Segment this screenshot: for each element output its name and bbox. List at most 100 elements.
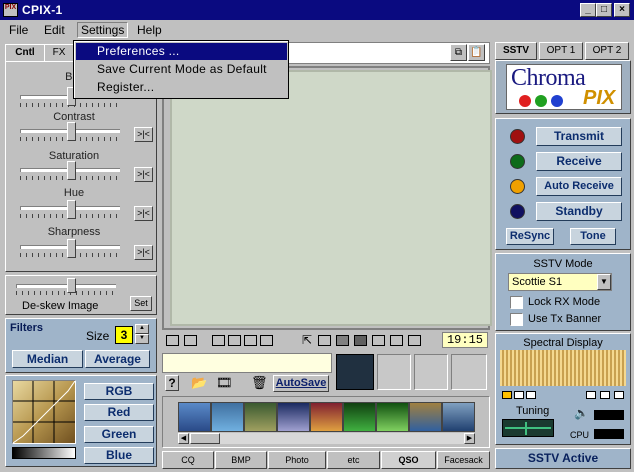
split-icon[interactable]	[372, 335, 385, 346]
thumbnail-5[interactable]	[310, 402, 343, 432]
blue-button[interactable]: Blue	[84, 447, 154, 464]
camera-icon[interactable]: 🎞	[216, 375, 233, 391]
image-display[interactable]	[170, 70, 492, 326]
tab-qso[interactable]: QSO	[381, 451, 436, 469]
close-button[interactable]: ×	[614, 3, 630, 17]
tab-opt2[interactable]: OPT 2	[585, 42, 629, 60]
tab-cntl[interactable]: Cntl	[5, 44, 45, 62]
preview-thumb-3[interactable]	[414, 354, 448, 390]
frame-icon-4[interactable]	[260, 335, 273, 346]
copy-icon[interactable]: ⧉	[450, 44, 467, 61]
tab-facesack[interactable]: Facesack	[437, 451, 490, 469]
deskew-track[interactable]	[16, 284, 116, 288]
tab-fx[interactable]: FX	[44, 44, 74, 62]
size-field[interactable]: 3	[115, 326, 133, 344]
scroll-left-button[interactable]: ◀	[178, 433, 189, 444]
hue-reset-button[interactable]: >|<	[134, 206, 153, 221]
size-down-button[interactable]: ▼	[135, 334, 149, 344]
scroll-right-button[interactable]: ▶	[464, 433, 475, 444]
speaker-icon[interactable]: 🔈	[574, 406, 589, 420]
frame-icon-1[interactable]	[212, 335, 225, 346]
spectral-opt-2[interactable]	[600, 391, 610, 399]
preview-thumb-1[interactable]	[336, 354, 374, 390]
tone-button[interactable]: Tone	[570, 228, 616, 245]
chevron-down-icon[interactable]: ▼	[597, 274, 611, 290]
contrast-reset-button[interactable]: >|<	[134, 127, 153, 142]
rgb-button[interactable]: RGB	[84, 383, 154, 400]
thumbnail-6[interactable]	[343, 402, 376, 432]
contrast-thumb[interactable]	[67, 122, 76, 141]
lock-rx-checkbox[interactable]	[510, 296, 523, 309]
green-button[interactable]: Green	[84, 426, 154, 443]
menu-file[interactable]: File	[9, 23, 28, 37]
average-button[interactable]: Average	[85, 350, 150, 368]
pix-app-icon[interactable]: PIX	[3, 3, 18, 17]
spectral-mode-2[interactable]	[514, 391, 524, 399]
transmit-button[interactable]: Transmit	[536, 127, 622, 146]
median-button[interactable]: Median	[12, 350, 83, 368]
thumbnail-scrollbar[interactable]: ◀ ▶	[178, 433, 475, 444]
spectral-mode-1[interactable]	[502, 391, 512, 399]
trash-icon[interactable]: 🗑	[251, 375, 268, 391]
tx-banner-checkbox[interactable]	[510, 313, 523, 326]
text-entry-field[interactable]	[162, 353, 332, 373]
zoom-icon[interactable]	[318, 335, 331, 346]
spectral-opt-3[interactable]	[614, 391, 624, 399]
preview-thumb-4[interactable]	[451, 354, 487, 390]
menu-settings[interactable]: Settings	[77, 22, 129, 38]
menu-edit[interactable]: Edit	[44, 23, 65, 37]
spectral-mode-3[interactable]	[526, 391, 536, 399]
standby-button[interactable]: Standby	[536, 202, 622, 221]
layout-small-icon[interactable]	[166, 335, 179, 346]
menu-item-preferences[interactable]: Preferences ...	[76, 43, 287, 60]
split-vertical-icon[interactable]	[390, 335, 403, 346]
red-button[interactable]: Red	[84, 404, 154, 421]
sharpness-thumb[interactable]	[67, 239, 76, 258]
thumbnail-9[interactable]	[442, 402, 475, 432]
scroll-thumb[interactable]	[190, 433, 220, 444]
tab-opt1[interactable]: OPT 1	[539, 42, 583, 60]
help-icon[interactable]: ?	[165, 375, 179, 391]
menu-help[interactable]: Help	[137, 23, 162, 37]
autosave-button[interactable]: AutoSave	[273, 375, 329, 392]
menu-item-register[interactable]: Register...	[76, 79, 287, 96]
tab-bmp[interactable]: BMP	[215, 451, 267, 469]
paste-icon[interactable]: 📋	[468, 44, 485, 61]
quad-icon[interactable]	[408, 335, 421, 346]
thumbnail-3[interactable]	[244, 402, 277, 432]
logo-text-pix: PIX	[583, 87, 616, 109]
resync-button[interactable]: ReSync	[506, 228, 554, 245]
histogram-grid	[13, 381, 75, 443]
hue-thumb[interactable]	[67, 200, 76, 219]
frame-icon-2[interactable]	[228, 335, 241, 346]
tab-photo[interactable]: Photo	[268, 451, 326, 469]
thumbnail-2[interactable]	[211, 402, 244, 432]
auto-receive-button[interactable]: Auto Receive	[536, 177, 622, 196]
tab-cq[interactable]: CQ	[162, 451, 214, 469]
menu-item-save-default[interactable]: Save Current Mode as Default	[76, 61, 287, 78]
pattern-icon[interactable]	[354, 335, 367, 346]
sharpness-reset-button[interactable]: >|<	[134, 245, 153, 260]
thumbnail-1[interactable]	[178, 402, 211, 432]
preview-thumb-2[interactable]	[377, 354, 411, 390]
frame-icon-3[interactable]	[244, 335, 257, 346]
tab-sstv[interactable]: SSTV	[495, 42, 537, 60]
thumbnail-8[interactable]	[409, 402, 442, 432]
saturation-thumb[interactable]	[67, 161, 76, 180]
thumbnail-7[interactable]	[376, 402, 409, 432]
thumbnail-4[interactable]	[277, 402, 310, 432]
tab-etc[interactable]: etc	[327, 451, 380, 469]
spectral-opt-1[interactable]	[586, 391, 596, 399]
receive-button[interactable]: Receive	[536, 152, 622, 171]
pointer-icon[interactable]: ⇱	[302, 333, 312, 347]
maximize-button[interactable]: □	[596, 3, 612, 17]
deskew-thumb[interactable]	[67, 278, 76, 293]
size-up-button[interactable]: ▲	[135, 324, 149, 334]
folder-open-icon[interactable]: 📂	[191, 375, 207, 391]
layout-medium-icon[interactable]	[184, 335, 197, 346]
grid-icon[interactable]	[336, 335, 349, 346]
minimize-button[interactable]: _	[580, 3, 596, 17]
saturation-reset-button[interactable]: >|<	[134, 167, 153, 182]
logo-red-dot	[519, 95, 531, 107]
deskew-set-button[interactable]: Set	[130, 296, 152, 311]
